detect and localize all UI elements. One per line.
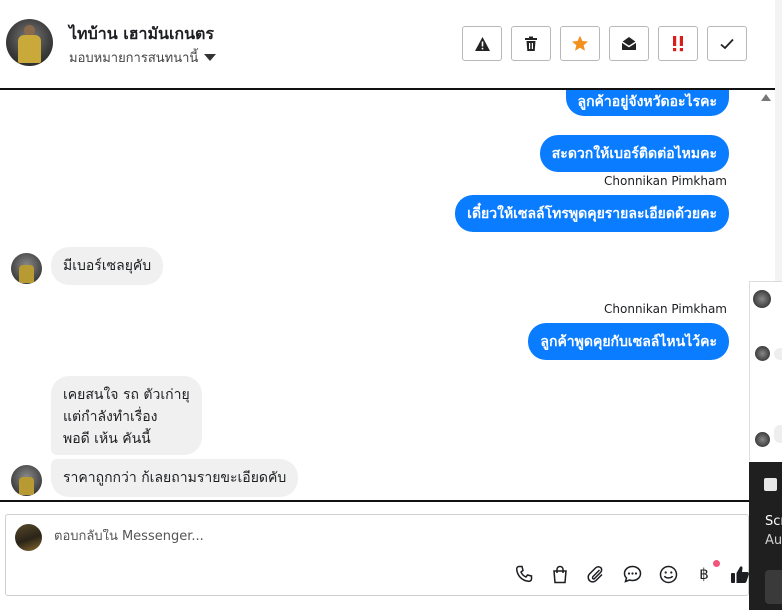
message-thread[interactable]: ลูกค้าอยู่จังหวัดอะไรคะ สะดวกให้เบอร์ติด… xyxy=(0,88,775,502)
contact-avatar[interactable] xyxy=(6,19,53,66)
outgoing-message: ลูกค้าอยู่จังหวัดอะไรคะ xyxy=(565,90,729,116)
phone-icon[interactable] xyxy=(512,563,536,585)
contact-name[interactable]: ไทบ้าน เฮามันเกนตร xyxy=(69,22,214,47)
sender-name: Chonnikan Pimkham xyxy=(604,174,727,188)
reply-input[interactable] xyxy=(54,529,554,544)
screenshot-notification-card[interactable]: Scr Au xyxy=(749,462,782,610)
incoming-message: มีเบอร์เซลยุคับ xyxy=(51,247,164,285)
attachment-icon[interactable] xyxy=(584,563,608,585)
outgoing-message: เดี๋ยวให้เซลล์โทรพูดคุยรายละเอียดด้วยคะ xyxy=(455,195,729,232)
emoji-icon[interactable] xyxy=(656,563,680,585)
notification-action-button[interactable] xyxy=(765,570,782,604)
checkmark-icon xyxy=(720,38,734,49)
notification-dot xyxy=(713,560,720,567)
chat-preview-bubble xyxy=(774,425,782,443)
composer-actions: ฿ xyxy=(512,560,752,585)
caret-down-icon xyxy=(204,54,217,61)
page-avatar xyxy=(15,524,42,551)
mark-unread-button[interactable] xyxy=(609,26,649,61)
reply-composer: ฿ xyxy=(5,514,749,596)
message-line: แต่กำลังทำเรื่อง xyxy=(63,409,158,425)
outgoing-message: ลูกค้าพูดคุยกับเซลล์ไหนไว้คะ xyxy=(528,323,729,360)
chat-preview-bubble xyxy=(774,348,782,360)
conversation-header: ไทบ้าน เฮามันเกนตร มอบหมายการสนทนานี้ xyxy=(0,0,750,88)
mark-done-button[interactable] xyxy=(707,26,747,61)
double-exclamation-icon xyxy=(673,36,683,52)
star-button[interactable] xyxy=(560,26,600,61)
scroll-up-arrow-icon[interactable] xyxy=(761,94,771,101)
outgoing-message: สะดวกให้เบอร์ติดต่อไหมคะ xyxy=(539,135,729,172)
envelope-open-icon xyxy=(621,37,637,50)
saved-reply-icon[interactable] xyxy=(620,563,644,585)
side-chat-preview[interactable] xyxy=(749,281,782,461)
conversation-toolbar xyxy=(462,26,747,61)
shopping-bag-icon[interactable] xyxy=(548,563,572,585)
delete-button[interactable] xyxy=(511,26,551,61)
chat-preview-avatar xyxy=(753,290,771,308)
notification-subtitle: Au xyxy=(765,533,782,548)
follow-up-button[interactable] xyxy=(658,26,698,61)
page-scroll-edge xyxy=(775,0,782,281)
contact-avatar-small[interactable] xyxy=(11,253,42,284)
contact-avatar-small[interactable] xyxy=(11,465,42,496)
baht-icon[interactable]: ฿ xyxy=(692,560,720,585)
app-icon xyxy=(764,478,777,491)
chat-preview-avatar xyxy=(755,432,770,447)
spam-button[interactable] xyxy=(462,26,502,61)
assign-label: มอบหมายการสนทนานี้ xyxy=(69,51,199,66)
chat-preview-avatar xyxy=(755,346,770,361)
trash-icon xyxy=(525,36,537,51)
message-line: เคยสนใจ รถ ตัวเก่ายุ xyxy=(63,387,190,403)
message-line: พอดี เห้น คันนี้ xyxy=(63,431,151,447)
notification-title: Scr xyxy=(765,514,782,529)
star-icon xyxy=(572,35,588,51)
sender-name: Chonnikan Pimkham xyxy=(604,302,727,316)
incoming-message: ราคาถูกกว่า ก้เลยถามรายขะเอียดคับ xyxy=(51,459,299,497)
assign-conversation-dropdown[interactable]: มอบหมายการสนทนานี้ xyxy=(69,47,217,68)
incoming-message: เคยสนใจ รถ ตัวเก่ายุ แต่กำลังทำเรื่อง พอ… xyxy=(51,376,202,455)
warning-icon xyxy=(474,36,490,51)
